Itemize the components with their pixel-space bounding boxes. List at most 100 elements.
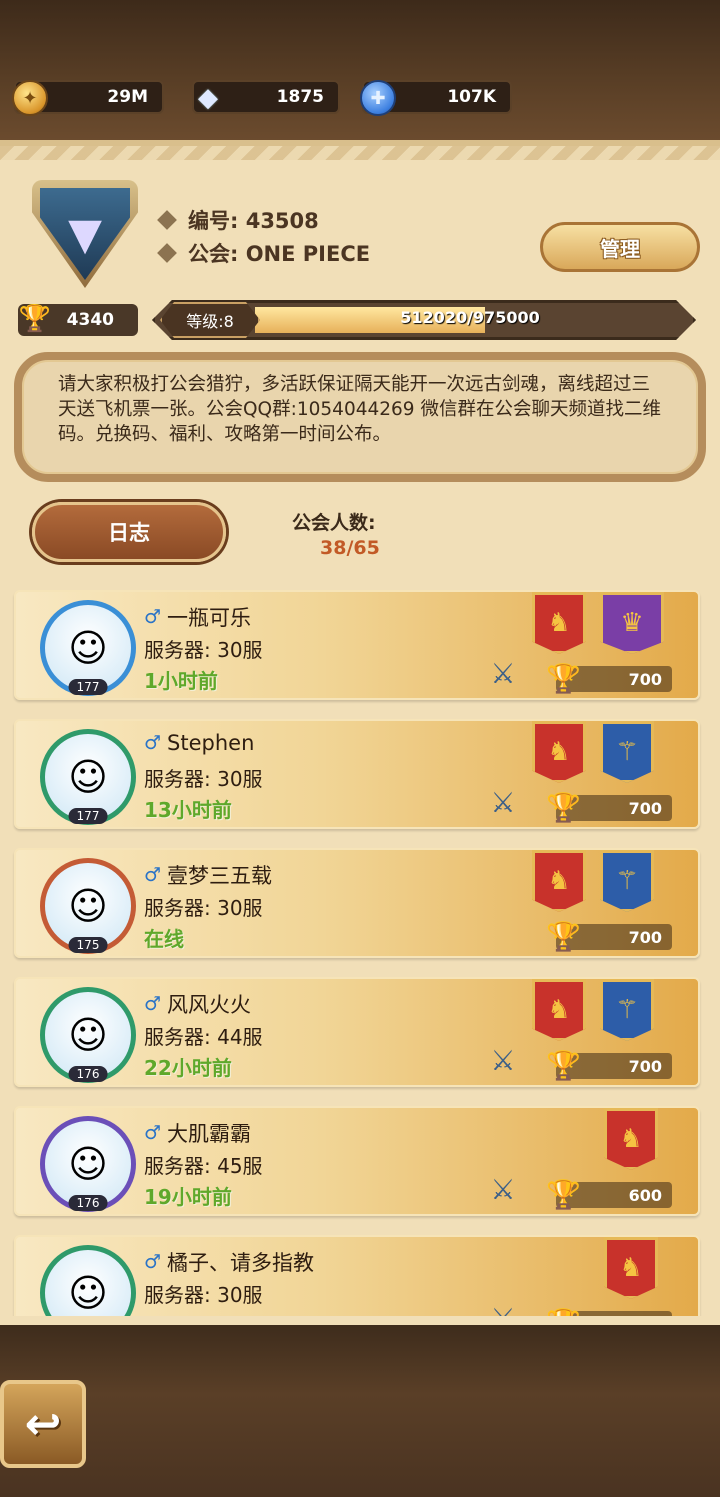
trophy-icon: 🏆 [546,1049,581,1082]
gold-coin-icon: ✦ [12,80,48,116]
member-server: 服务器: 30服 [144,896,263,920]
member-server: 服务器: 30服 [144,767,263,791]
trophy-icon: 🏆 [546,1178,581,1211]
member-last-online: 1小时前 [144,669,218,693]
diamond-icon: ◆ [198,83,218,113]
member-card[interactable]: ☺ 176 ♂ 大肌霸霸 服务器: 45服 19小时前 ⚔ 600 🏆 ♞ [14,1106,700,1216]
member-avatar[interactable]: ☺ [40,1245,136,1316]
trophy-icon: 🏆 [546,791,581,824]
member-count-label: 公会人数: [292,512,376,534]
member-avatar[interactable]: ☺ 176 [40,1116,136,1212]
member-name: ♂ Stephen [144,731,254,755]
red-banner-icon: ♞ [532,850,586,912]
member-last-online: 22小时前 [144,1056,232,1080]
guild-id: 编号: 43508 [157,205,319,235]
member-card[interactable]: ☺ 176 ♂ 风风火火 服务器: 44服 22小时前 ⚔ 700 🏆 ♞ ⚚ [14,977,700,1087]
crossed-swords-icon: ⚔ [490,1172,516,1206]
back-button[interactable]: ↩ [0,1380,86,1468]
log-button[interactable]: 日志 [32,502,226,562]
member-name-text: 一瓶可乐 [167,606,252,630]
diamond-resource[interactable]: ◆ 1875 [192,80,340,114]
purple-banner-icon: ♛ [600,592,664,654]
trophy-icon: 🏆 [546,1307,581,1316]
member-avatar[interactable]: ☺ 175 [40,858,136,954]
member-name: ♂ 一瓶可乐 [144,602,251,632]
member-avatar[interactable]: ☺ 177 [40,600,136,696]
male-gender-icon: ♂ [144,993,162,1015]
member-name-text: 橘子、请多指教 [167,1251,315,1275]
guild-id-text: 编号: 43508 [188,209,319,233]
portrait-icon: ☺ [68,1271,108,1315]
guild-name: 公会: ONE PIECE [157,238,371,268]
male-gender-icon: ♂ [144,1251,162,1273]
portrait-icon: ☺ [68,1142,108,1186]
member-server: 服务器: 30服 [144,1283,263,1307]
gold-resource[interactable]: ✦ 29M [12,80,164,116]
member-name: ♂ 橘子、请多指教 [144,1247,314,1277]
member-level: 177 [68,808,108,824]
crossed-swords-icon: ⚔ [482,1297,524,1317]
guild-notice: 请大家积极打公会猎狞，多活跃保证隔天能开一次远古剑魂，离线超过三天送飞机票一张。… [14,352,706,482]
bullet-icon [157,210,177,230]
red-banner-icon: ♞ [532,592,586,654]
crossed-swords-icon: ⚔ [490,785,516,819]
trophy-icon: 🏆 [546,662,581,695]
red-banner-icon: ♞ [604,1108,658,1170]
member-last-online: 在线 [144,927,184,951]
guild-level-tag: 等级:8 [160,302,260,338]
member-server: 服务器: 45服 [144,1154,263,1178]
guild-exp-text: 512020/975000 [400,308,540,327]
gold-value: 29M [107,87,148,107]
member-name: ♂ 壹梦三五载 [144,860,272,890]
portrait-icon: ☺ [68,1013,108,1057]
crystal-resource[interactable]: ✚ 107K [360,80,512,116]
bullet-icon [157,243,177,263]
red-banner-icon: ♞ [604,1237,658,1299]
guild-name-text: 公会: ONE PIECE [188,242,371,266]
crossed-swords-icon: ⚔ [490,1043,516,1077]
member-card[interactable]: ☺ 175 ♂ 壹梦三五载 服务器: 30服 在线 700 🏆 ♞ ⚚ [14,848,700,958]
blue-crystal-icon: ✚ [360,80,396,116]
member-name-text: 风风火火 [167,993,252,1017]
member-name-text: 壹梦三五载 [167,864,273,888]
trophy-icon: 🏆 [18,304,52,334]
member-level: 176 [68,1195,108,1211]
crossed-swords-icon: ⚔ [490,656,516,690]
blue-banner-icon: ⚚ [600,721,654,783]
member-last-online: 19小时前 [144,1185,232,1209]
member-list[interactable]: ☺ 177 ♂ 一瓶可乐 服务器: 30服 1小时前 ⚔ 700 🏆 ♞ ♛ ☺ 177 ♂ Stephen… [0,586,720,1316]
top-resource-bar [0,0,720,140]
member-level: 177 [68,679,108,695]
trophy-icon: 🏆 [546,920,581,953]
portrait-icon: ☺ [68,755,108,799]
bottom-bar [0,1325,720,1497]
member-name-text: Stephen [167,731,255,755]
member-name-text: 大肌霸霸 [167,1122,252,1146]
member-server: 服务器: 30服 [144,638,263,662]
member-server: 服务器: 44服 [144,1025,263,1049]
red-banner-icon: ♞ [532,979,586,1041]
member-card[interactable]: ☺ ♂橘子、请多指教服务器: 30服 ⚔ 🏆 ♞ [14,1235,700,1316]
member-card[interactable]: ☺ 177 ♂ Stephen 服务器: 30服 13小时前 ⚔ 700 🏆 ♞ ⚚ [14,719,700,829]
male-gender-icon: ♂ [144,864,162,886]
member-avatar[interactable]: ☺ 176 [40,987,136,1083]
member-count-value: 38/65 [320,537,380,559]
blue-banner-icon: ⚚ [600,850,654,912]
member-last-online: 13小时前 [144,798,232,822]
member-level: 175 [68,937,108,953]
back-arrow-icon: ↩ [24,1398,62,1450]
red-banner-icon: ♞ [532,721,586,783]
guild-trophy-value: 4340 [66,310,114,330]
diamond-value: 1875 [276,87,324,107]
crystal-value: 107K [447,87,496,107]
blue-banner-icon: ⚚ [600,979,654,1041]
manage-button[interactable]: 管理 [540,222,700,272]
member-avatar[interactable]: ☺ 177 [40,729,136,825]
male-gender-icon: ♂ [144,1122,162,1144]
male-gender-icon: ♂ [144,732,162,754]
portrait-icon: ☺ [68,884,108,928]
member-name: ♂ 风风火火 [144,989,251,1019]
portrait-icon: ☺ [68,626,108,670]
member-card[interactable]: ☺ 177 ♂ 一瓶可乐 服务器: 30服 1小时前 ⚔ 700 🏆 ♞ ♛ [14,590,700,700]
member-name: ♂ 大肌霸霸 [144,1118,251,1148]
